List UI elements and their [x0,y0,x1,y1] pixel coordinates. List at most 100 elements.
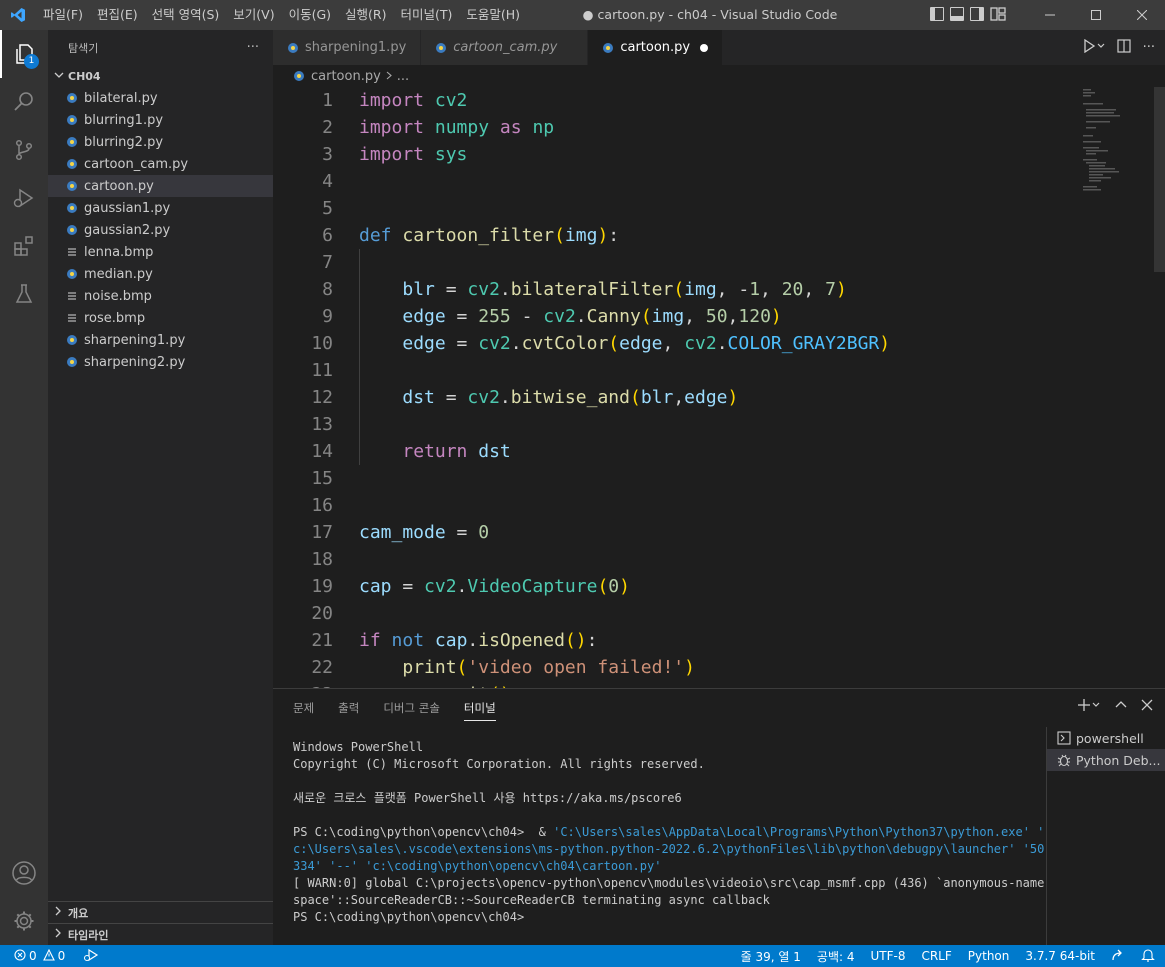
toggle-secondary-sidebar-icon[interactable] [970,7,984,21]
file-item[interactable]: cartoon.py [48,175,273,197]
more-actions-icon[interactable]: ··· [1143,40,1155,55]
testing-icon[interactable] [0,270,48,318]
minimap[interactable] [1081,87,1151,207]
debug-bug-icon [1057,753,1071,767]
split-editor-icon[interactable] [1116,38,1131,57]
menu-go[interactable]: 이동(G) [282,0,338,30]
file-item[interactable]: blurring2.py [48,131,273,153]
code-line: 13 [273,411,1083,438]
file-item[interactable]: cartoon_cam.py [48,153,273,175]
tab-output[interactable]: 출력 [338,696,359,720]
terminal-output[interactable]: Windows PowerShell Copyright (C) Microso… [293,739,1044,926]
menu-help[interactable]: 도움말(H) [459,0,527,30]
python-file-icon [66,180,78,192]
scrollbar-thumb[interactable] [1154,87,1165,272]
line-number: 2 [322,117,333,138]
error-icon [14,948,26,964]
file-item[interactable]: rose.bmp [48,307,273,329]
tab-terminal[interactable]: 터미널 [463,696,496,721]
menu-file[interactable]: 파일(F) [36,0,90,30]
new-terminal-icon[interactable] [1077,698,1101,716]
file-item[interactable]: sharpening2.py [48,351,273,373]
explorer-icon[interactable]: 1 [0,30,48,78]
settings-gear-icon[interactable] [0,897,48,945]
toggle-sidebar-icon[interactable] [930,7,944,21]
notifications-bell-icon[interactable] [1141,948,1155,965]
search-icon[interactable] [0,78,48,126]
tab-cartoon-cam[interactable]: cartoon_cam.py [421,30,589,65]
file-label: gaussian2.py [84,222,171,238]
folder-ch04[interactable]: CH04 [48,65,273,87]
account-icon[interactable] [0,849,48,897]
file-item[interactable]: lenna.bmp [48,241,273,263]
panel-actions [1077,698,1153,716]
file-item[interactable]: blurring1.py [48,109,273,131]
tab-sharpening1[interactable]: sharpening1.py [273,30,422,65]
line-number: 18 [311,549,333,570]
status-right: 줄 39, 열 1 공백: 4 UTF-8 CRLF Python 3.7.7 … [741,948,1155,965]
file-item[interactable]: median.py [48,263,273,285]
timeline-section[interactable]: 타임라인 [48,923,273,945]
encoding[interactable]: UTF-8 [870,949,905,963]
toggle-panel-icon[interactable] [950,7,964,21]
tab-cartoon[interactable]: cartoon.py [588,30,724,65]
line-number: 15 [311,468,333,489]
problems-indicator[interactable]: 0 0 [14,948,65,964]
menu-terminal[interactable]: 터미널(T) [394,0,460,30]
file-item[interactable]: noise.bmp [48,285,273,307]
file-label: blurring2.py [84,134,164,150]
source-control-icon[interactable] [0,126,48,174]
line-number: 5 [322,198,333,219]
maximize-button[interactable] [1073,0,1119,30]
terminal-item-powershell[interactable]: powershell [1047,727,1165,749]
unsaved-dot-icon[interactable] [700,43,709,52]
code-line: 9 edge = 255 - cv2.Canny(img, 50,120) [273,303,1083,330]
menu-edit[interactable]: 편집(E) [90,0,145,30]
language-mode[interactable]: Python [968,949,1010,963]
bottom-panel: 문제 출력 디버그 콘솔 터미널 Windows PowerShell Copy… [273,688,1165,946]
warning-icon [42,948,55,964]
code-text: import sys [359,144,468,165]
maximize-panel-icon[interactable] [1115,698,1127,716]
breadcrumb-file[interactable]: cartoon.py [311,69,381,84]
python-file-icon [66,268,78,280]
close-button[interactable] [1119,0,1165,30]
code-line: 22 print('video open failed!') [273,654,1083,681]
end-of-line[interactable]: CRLF [921,949,951,963]
tab-problems[interactable]: 문제 [293,696,314,720]
extensions-icon[interactable] [0,222,48,270]
menu-selection[interactable]: 선택 영역(S) [145,0,227,30]
minimize-button[interactable] [1027,0,1073,30]
file-item[interactable]: gaussian1.py [48,197,273,219]
breadcrumb-symbol[interactable]: ... [397,69,409,84]
python-file-icon [66,356,78,368]
code-editor[interactable]: 1 import cv2 2 import numpy as np 3 import … [273,87,1165,688]
run-file-icon[interactable] [1083,38,1105,57]
file-item[interactable]: gaussian2.py [48,219,273,241]
file-label: cartoon_cam.py [84,156,189,172]
terminal-item-python-debug[interactable]: Python Deb... [1047,749,1165,771]
more-actions-icon[interactable]: ··· [247,40,259,55]
window-title: ● cartoon.py - ch04 - Visual Studio Code [582,7,838,22]
live-share-icon[interactable] [1111,948,1125,965]
file-item[interactable]: sharpening1.py [48,329,273,351]
python-file-icon [66,92,78,104]
menu-run[interactable]: 실행(R) [338,0,393,30]
outline-section[interactable]: 개요 [48,901,273,923]
line-number: 21 [311,630,333,651]
close-panel-icon[interactable] [1141,698,1153,716]
indentation[interactable]: 공백: 4 [817,948,855,965]
panel-tabs: 문제 출력 디버그 콘솔 터미널 [273,689,1165,727]
python-interpreter[interactable]: 3.7.7 64-bit [1025,949,1095,963]
file-item[interactable]: bilateral.py [48,87,273,109]
editor-scrollbar[interactable] [1151,87,1165,688]
tab-debug-console[interactable]: 디버그 콘솔 [383,696,440,720]
status-bar: 0 0 줄 39, 열 1 공백: 4 UTF-8 CRLF Python 3.… [0,945,1165,967]
menu-view[interactable]: 보기(V) [226,0,281,30]
debug-launch-icon[interactable] [83,948,99,965]
customize-layout-icon[interactable] [990,7,1006,21]
run-debug-icon[interactable] [0,174,48,222]
cursor-position[interactable]: 줄 39, 열 1 [741,948,801,965]
terminal-list: powershell Python Deb... [1046,727,1165,946]
